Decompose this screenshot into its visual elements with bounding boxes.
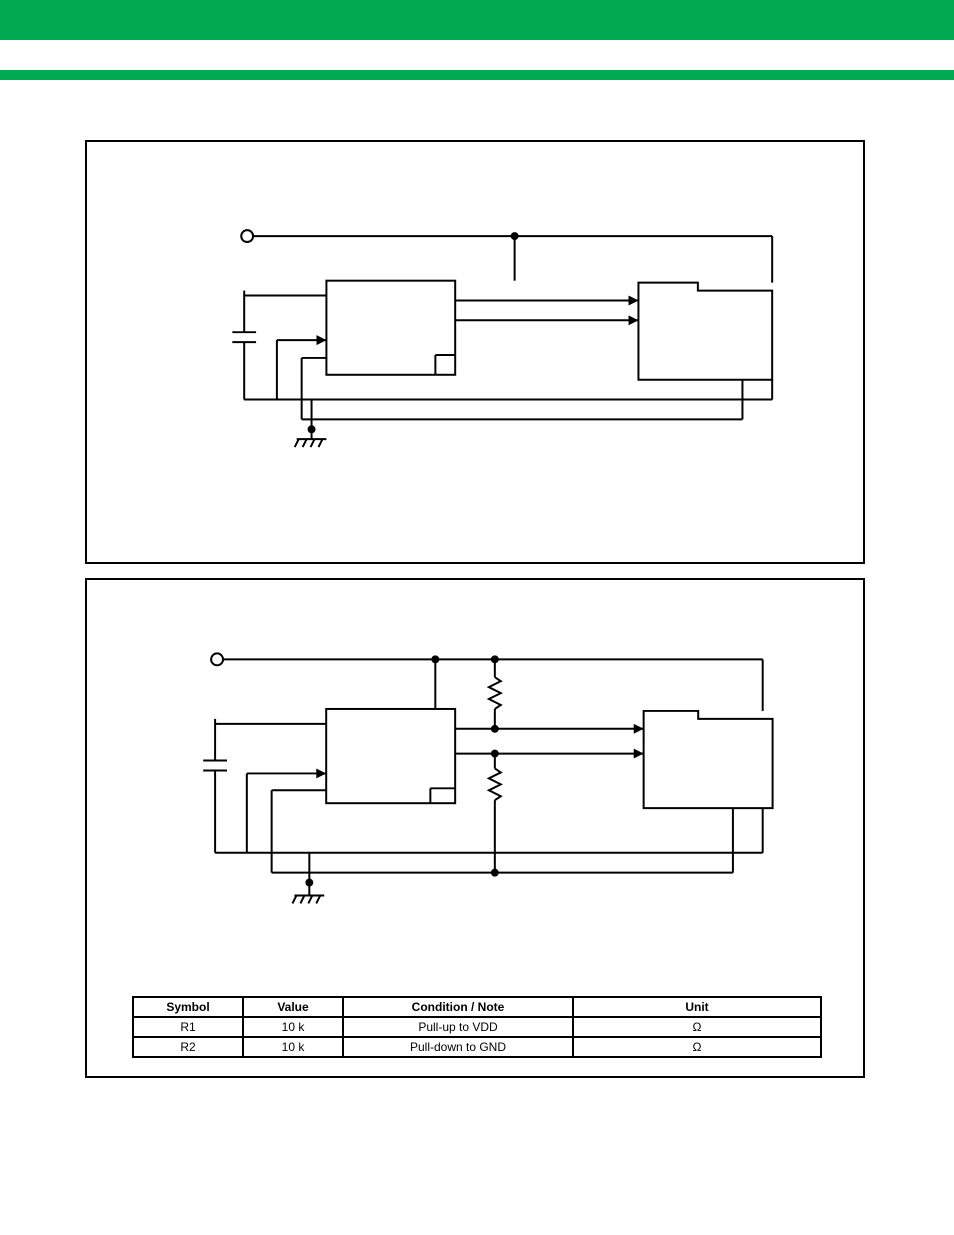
signal-b-arrow (629, 315, 639, 325)
gnd-h4-2 (316, 895, 320, 903)
td-r2-unit: Ω (573, 1037, 821, 1057)
resistor-table: Symbol Value Condition / Note Unit R1 10… (132, 996, 822, 1058)
r2-zigzag (489, 768, 501, 800)
table-header-row: Symbol Value Condition / Note Unit (133, 997, 821, 1017)
sig-a-node (491, 725, 499, 733)
arrow-into-block1 (317, 335, 327, 345)
th-condition: Condition / Note (343, 997, 573, 1017)
sig-a-arrow-2 (634, 724, 644, 734)
vdd-terminal-icon (241, 230, 253, 242)
page-content: Symbol Value Condition / Note Unit R1 10… (0, 80, 954, 1132)
gnd-h1-2 (292, 895, 296, 903)
header-green-bar (0, 0, 954, 40)
sig-b-arrow-2 (634, 749, 644, 759)
header-white-gap (0, 40, 954, 70)
td-r1-unit: Ω (573, 1017, 821, 1037)
td-r1-sym: R1 (133, 1017, 243, 1037)
gnd-h2-2 (300, 895, 304, 903)
table-row: R2 10 k Pull-down to GND Ω (133, 1037, 821, 1057)
gnd-h1 (295, 439, 299, 447)
vdd-node-1 (511, 232, 519, 240)
gnd-h3 (311, 439, 315, 447)
ret-1-arrow (316, 768, 326, 778)
gnd-h3-2 (308, 895, 312, 903)
th-unit: Unit (573, 997, 821, 1017)
gnd-h4 (318, 439, 322, 447)
diagram-1-svg (87, 142, 863, 562)
r1-zigzag (489, 677, 501, 709)
diagram-1-box (85, 140, 865, 564)
diagram-1-svg-wrap (87, 142, 863, 562)
gnd-node (308, 425, 316, 433)
td-r2-val: 10 k (243, 1037, 343, 1057)
th-symbol: Symbol (133, 997, 243, 1017)
signal-a-arrow (629, 296, 639, 306)
th-value: Value (243, 997, 343, 1017)
td-r1-cond: Pull-up to VDD (343, 1017, 573, 1037)
block-2-rect (638, 283, 772, 380)
table-row: R1 10 k Pull-up to VDD Ω (133, 1017, 821, 1037)
block-2-rect-2 (644, 711, 773, 808)
gnd-h2 (303, 439, 307, 447)
td-r1-val: 10 k (243, 1017, 343, 1037)
vdd-terminal-icon-2 (211, 653, 223, 665)
td-r2-cond: Pull-down to GND (343, 1037, 573, 1057)
td-r2-sym: R2 (133, 1037, 243, 1057)
diagram-2-box: Symbol Value Condition / Note Unit R1 10… (85, 578, 865, 1078)
header-green-thin-bar (0, 70, 954, 80)
